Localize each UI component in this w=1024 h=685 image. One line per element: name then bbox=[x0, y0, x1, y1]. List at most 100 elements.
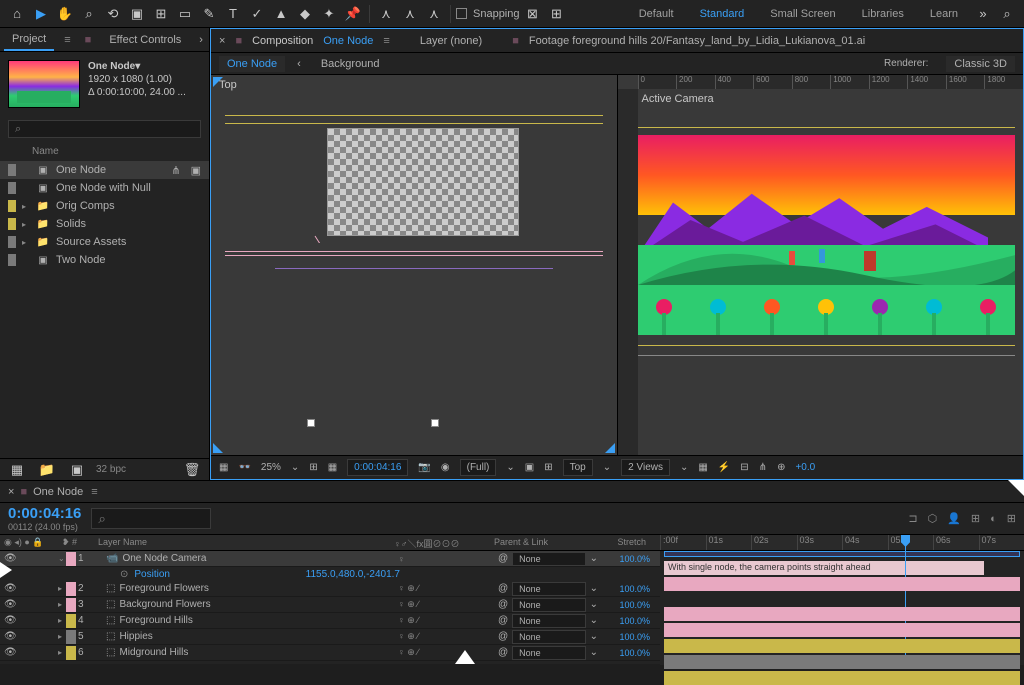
new-comp-icon[interactable]: ▣ bbox=[66, 459, 88, 481]
layer-stretch[interactable]: 100.0% bbox=[598, 616, 658, 626]
workspace-libraries[interactable]: Libraries bbox=[850, 8, 916, 20]
timeline-search-input[interactable] bbox=[91, 508, 211, 529]
timeline-layer-row[interactable]: 👁 ▸ 6 ⬚Midground Hills ♀ ⊕ ∕ @None⌄ 100.… bbox=[0, 645, 660, 661]
dropdown-icon[interactable]: ⌄ bbox=[590, 647, 598, 658]
axis-local-icon[interactable]: ⋏ bbox=[375, 3, 397, 25]
layer-stretch[interactable]: 100.0% bbox=[598, 648, 658, 658]
parent-dropdown[interactable]: None bbox=[512, 630, 585, 644]
col-idx[interactable]: # bbox=[68, 535, 94, 550]
active-camera-view[interactable]: 020040060080010001200140016001800 Active… bbox=[618, 75, 1024, 455]
layer-color-chip[interactable] bbox=[66, 630, 76, 644]
show-snapshot-icon[interactable]: ◉ bbox=[441, 462, 450, 473]
camera-handle[interactable] bbox=[431, 419, 439, 427]
bpc-label[interactable]: 32 bpc bbox=[96, 464, 126, 475]
interpret-footage-icon[interactable]: ▦ bbox=[6, 459, 28, 481]
pickwhip-icon[interactable]: @ bbox=[498, 647, 508, 658]
layer-color-chip[interactable] bbox=[66, 552, 76, 566]
views-dropdown-icon[interactable]: ⌄ bbox=[680, 462, 688, 473]
folder-toggle-icon[interactable]: ▸ bbox=[22, 220, 30, 229]
col-name[interactable]: Name bbox=[32, 146, 59, 157]
timeline-marker[interactable]: With single node, the camera points stra… bbox=[664, 561, 984, 575]
view-dropdown-icon[interactable]: ⌄ bbox=[603, 462, 611, 473]
visibility-icon[interactable]: 👁 bbox=[4, 599, 17, 610]
layer-color-chip[interactable] bbox=[66, 646, 76, 660]
crumb-one-node[interactable]: One Node bbox=[219, 56, 285, 72]
parent-dropdown[interactable]: None bbox=[512, 614, 585, 628]
project-item[interactable]: ▸ 📁 Solids bbox=[0, 215, 209, 233]
visibility-icon[interactable]: 👁 bbox=[4, 615, 17, 626]
shy-icon[interactable]: 👤 bbox=[947, 512, 961, 525]
folder-toggle-icon[interactable]: ▸ bbox=[22, 202, 30, 211]
toggle-alpha-icon[interactable]: ▦ bbox=[219, 462, 228, 473]
parent-dropdown[interactable]: None bbox=[512, 646, 585, 660]
layer-stretch[interactable]: 100.0% bbox=[598, 600, 658, 610]
timeline-layer-row[interactable]: 👁 ▸ 2 ⬚Foreground Flowers ♀ ⊕ ∕ @None⌄ 1… bbox=[0, 581, 660, 597]
timeline-timecode[interactable]: 0:00:04:16 bbox=[8, 505, 81, 522]
current-time[interactable]: 0:00:04:16 bbox=[347, 459, 408, 476]
timeline-layer-row[interactable]: 👁 ▸ 3 ⬚Background Flowers ♀ ⊕ ∕ @None⌄ 1… bbox=[0, 597, 660, 613]
flowchart-icon[interactable]: ⋔ bbox=[759, 462, 767, 473]
col-stretch[interactable]: Stretch bbox=[590, 535, 650, 550]
axis-view-icon[interactable]: ⋏ bbox=[423, 3, 445, 25]
search-help-icon[interactable]: ⌕ bbox=[996, 3, 1018, 25]
layer-switches[interactable]: ♀ ⊕ ∕ bbox=[398, 583, 498, 594]
snap-option2-icon[interactable]: ⊞ bbox=[546, 3, 568, 25]
project-tab[interactable]: Project bbox=[4, 29, 54, 51]
project-item[interactable]: ▸ 📁 Orig Comps bbox=[0, 197, 209, 215]
layer-stretch[interactable]: 100.0% bbox=[598, 584, 658, 594]
workspace-more-icon[interactable]: » bbox=[972, 3, 994, 25]
resolution-icon[interactable]: ⊞ bbox=[309, 462, 317, 473]
graph-editor-icon[interactable]: ⊞ bbox=[1007, 512, 1016, 525]
dropdown-icon[interactable]: ⌄ bbox=[590, 583, 598, 594]
quality-dropdown-icon[interactable]: ⌄ bbox=[506, 462, 514, 473]
flowchart-icon[interactable]: ⋔ bbox=[171, 164, 180, 177]
home-icon[interactable]: ⌂ bbox=[6, 3, 28, 25]
pickwhip-icon[interactable]: @ bbox=[498, 553, 508, 564]
workspace-default[interactable]: Default bbox=[627, 8, 686, 20]
folder-toggle-icon[interactable]: ▸ bbox=[22, 238, 30, 247]
visibility-icon[interactable]: 👁 bbox=[4, 583, 17, 594]
layer-switches[interactable]: ♀ ⊕ ∕ bbox=[398, 647, 498, 658]
timeline-layer-row[interactable]: 👁 ⌄ 1 📹One Node Camera ♀ @None⌄ 100.0% bbox=[0, 551, 660, 567]
col-layer-name[interactable]: Layer Name bbox=[94, 535, 390, 550]
fast-preview-icon[interactable]: ⚡ bbox=[718, 462, 730, 473]
visibility-icon[interactable]: 👁 bbox=[4, 631, 17, 642]
pickwhip-icon[interactable]: @ bbox=[498, 615, 508, 626]
pixel-aspect-icon[interactable]: ▦ bbox=[698, 462, 707, 473]
renderer-value[interactable]: Classic 3D bbox=[946, 56, 1015, 72]
project-item[interactable]: ▣ One Node with Null bbox=[0, 179, 209, 197]
layer-track-bar[interactable] bbox=[664, 671, 1020, 685]
parent-dropdown[interactable]: None bbox=[512, 552, 585, 566]
top-view[interactable]: Top bbox=[211, 75, 618, 455]
timeline-ruler[interactable]: :00f01s02s03s04s05s06s07s bbox=[660, 535, 1024, 551]
layer-track-bar[interactable] bbox=[664, 623, 1020, 637]
comp-title-name[interactable]: One Node bbox=[323, 35, 373, 47]
timeline-layer-row[interactable]: 👁 ▸ 5 ⬚Hippies ♀ ⊕ ∕ @None⌄ 100.0% bbox=[0, 629, 660, 645]
reset-exposure-icon[interactable]: ⊕ bbox=[777, 462, 785, 473]
snapping-checkbox[interactable] bbox=[456, 8, 467, 19]
crumb-background[interactable]: Background bbox=[313, 56, 388, 72]
pan-behind-icon[interactable]: ⊞ bbox=[150, 3, 172, 25]
effect-controls-tab[interactable]: Effect Controls bbox=[101, 30, 189, 50]
pickwhip-icon[interactable]: @ bbox=[498, 599, 508, 610]
brush-tool-icon[interactable]: ✓ bbox=[246, 3, 268, 25]
pickwhip-icon[interactable]: @ bbox=[498, 631, 508, 642]
views-count[interactable]: 2 Views bbox=[621, 459, 670, 476]
comp-menu-icon[interactable]: ≡ bbox=[383, 35, 389, 47]
motion-blur-icon[interactable]: ◐ bbox=[990, 513, 997, 525]
layer-switches[interactable]: ♀ ⊕ ∕ bbox=[398, 631, 498, 642]
type-tool-icon[interactable]: T bbox=[222, 3, 244, 25]
selection-tool-icon[interactable]: ▶ bbox=[30, 3, 52, 25]
shape-tool-icon[interactable]: ▭ bbox=[174, 3, 196, 25]
comp-icon[interactable]: ▣ bbox=[191, 164, 201, 177]
layer-toggle-icon[interactable]: ▸ bbox=[58, 584, 66, 593]
stopwatch-icon[interactable]: ⊙ bbox=[120, 569, 128, 580]
orbit-tool-icon[interactable]: ⟲ bbox=[102, 3, 124, 25]
puppet-tool-icon[interactable]: 📌 bbox=[342, 3, 364, 25]
grid-icon[interactable]: ⊞ bbox=[544, 462, 552, 473]
position-property-row[interactable]: ⊙Position1155.0,480.0,-2401.7 bbox=[0, 567, 660, 581]
pen-tool-icon[interactable]: ✎ bbox=[198, 3, 220, 25]
project-search-input[interactable] bbox=[8, 120, 201, 138]
layer-switches[interactable]: ♀ ⊕ ∕ bbox=[398, 599, 498, 610]
dropdown-icon[interactable]: ⌄ bbox=[590, 631, 598, 642]
